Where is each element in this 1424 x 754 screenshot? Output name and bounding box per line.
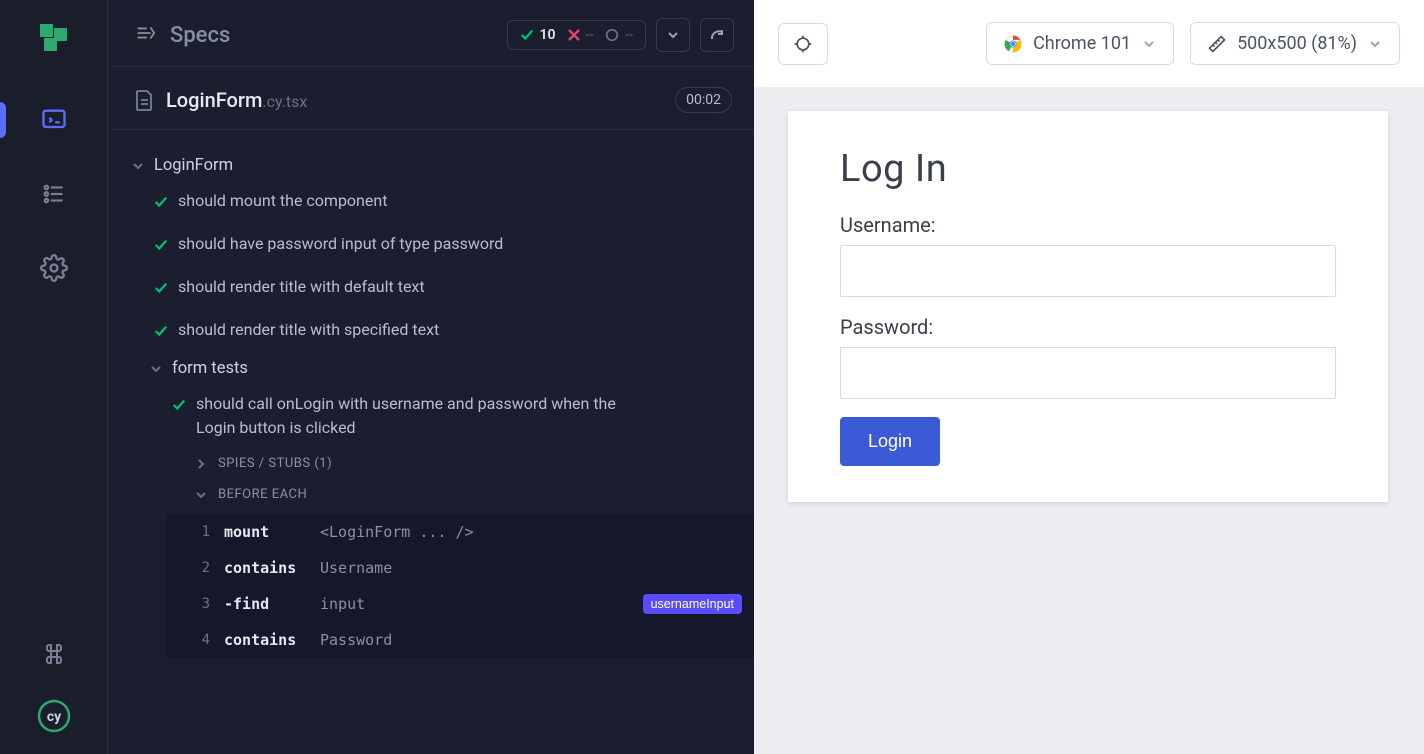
- panel-header: Specs 10 -- --: [112, 0, 754, 67]
- test-tree: LoginForm should mount the component sho…: [112, 130, 754, 664]
- chevron-down-icon: [194, 490, 208, 500]
- svg-text:cy: cy: [46, 709, 61, 725]
- command-row[interactable]: 3 -find input usernameInput: [166, 586, 754, 622]
- command-log: 1 mount <LoginForm ... /> 2 contains Use…: [166, 514, 754, 658]
- cypress-logo-icon: [40, 24, 68, 52]
- preview-canvas: Log In Username: Password: Login: [754, 87, 1424, 754]
- spec-file-name: LoginForm: [166, 88, 262, 112]
- restart-button[interactable]: [700, 18, 734, 52]
- login-button[interactable]: Login: [840, 417, 940, 466]
- preview-toolbar: Chrome 101 500x500 (81%): [754, 0, 1424, 87]
- password-label: Password:: [840, 315, 1336, 339]
- before-each-row[interactable]: BEFORE EACH: [166, 479, 754, 510]
- chevron-right-icon: [194, 459, 208, 469]
- chevron-down-icon: [130, 160, 146, 172]
- test-item[interactable]: should have password input of type passw…: [148, 224, 754, 267]
- crosshair-icon: [793, 34, 813, 54]
- keyboard-shortcut-icon[interactable]: [30, 630, 78, 678]
- ruler-icon: [1207, 34, 1227, 54]
- nav-specs[interactable]: [30, 96, 78, 144]
- nested-suite-header[interactable]: form tests: [148, 353, 754, 384]
- cypress-badge-icon[interactable]: cy: [30, 692, 78, 740]
- command-row[interactable]: 4 contains Password: [166, 622, 754, 658]
- check-icon: [154, 278, 168, 302]
- stat-passed: 10: [520, 27, 556, 43]
- test-item[interactable]: should render title with default text: [148, 267, 754, 310]
- spec-duration: 00:02: [675, 87, 732, 113]
- test-item[interactable]: should render title with specified text: [148, 310, 754, 353]
- password-input[interactable]: [840, 347, 1336, 399]
- viewport-selector[interactable]: 500x500 (81%): [1190, 22, 1400, 65]
- toggle-sidebar-icon[interactable]: [134, 22, 156, 48]
- spies-stubs-row[interactable]: SPIES / STUBS (1): [166, 448, 754, 479]
- command-row[interactable]: 2 contains Username: [166, 550, 754, 586]
- check-icon: [154, 235, 168, 259]
- panel-title: Specs: [170, 23, 230, 48]
- app-title: Log In: [840, 147, 1336, 191]
- spec-file-row[interactable]: LoginForm.cy.tsx 00:02: [112, 67, 754, 130]
- nav-runs[interactable]: [30, 170, 78, 218]
- command-row[interactable]: 1 mount <LoginForm ... />: [166, 514, 754, 550]
- test-item[interactable]: should call onLogin with username and pa…: [166, 384, 754, 448]
- username-input[interactable]: [840, 245, 1336, 297]
- spec-file-ext: .cy.tsx: [262, 92, 307, 111]
- check-icon: [154, 321, 168, 345]
- check-icon: [172, 395, 186, 419]
- username-label: Username:: [840, 213, 1336, 237]
- test-stats: 10 -- --: [507, 20, 647, 50]
- app-under-test: Log In Username: Password: Login: [788, 111, 1388, 502]
- chrome-icon: [1003, 34, 1023, 54]
- suite-header[interactable]: LoginForm: [126, 150, 754, 181]
- check-icon: [154, 192, 168, 216]
- test-item[interactable]: should mount the component: [148, 181, 754, 224]
- nav-settings[interactable]: [30, 244, 78, 292]
- selector-playground-button[interactable]: [778, 23, 828, 65]
- stat-pending: --: [605, 27, 633, 43]
- nav-rail: cy: [0, 0, 108, 754]
- alias-badge: usernameInput: [643, 594, 742, 614]
- browser-selector[interactable]: Chrome 101: [986, 22, 1174, 65]
- preview-panel: Chrome 101 500x500 (81%) Log In Username…: [754, 0, 1424, 754]
- chevron-down-icon: [1367, 38, 1383, 50]
- reporter-panel: Specs 10 -- --: [108, 0, 754, 754]
- file-icon: [134, 89, 154, 111]
- collapse-all-button[interactable]: [656, 18, 690, 52]
- chevron-down-icon: [148, 363, 164, 375]
- chevron-down-icon: [1141, 38, 1157, 50]
- stat-failed: --: [568, 27, 594, 43]
